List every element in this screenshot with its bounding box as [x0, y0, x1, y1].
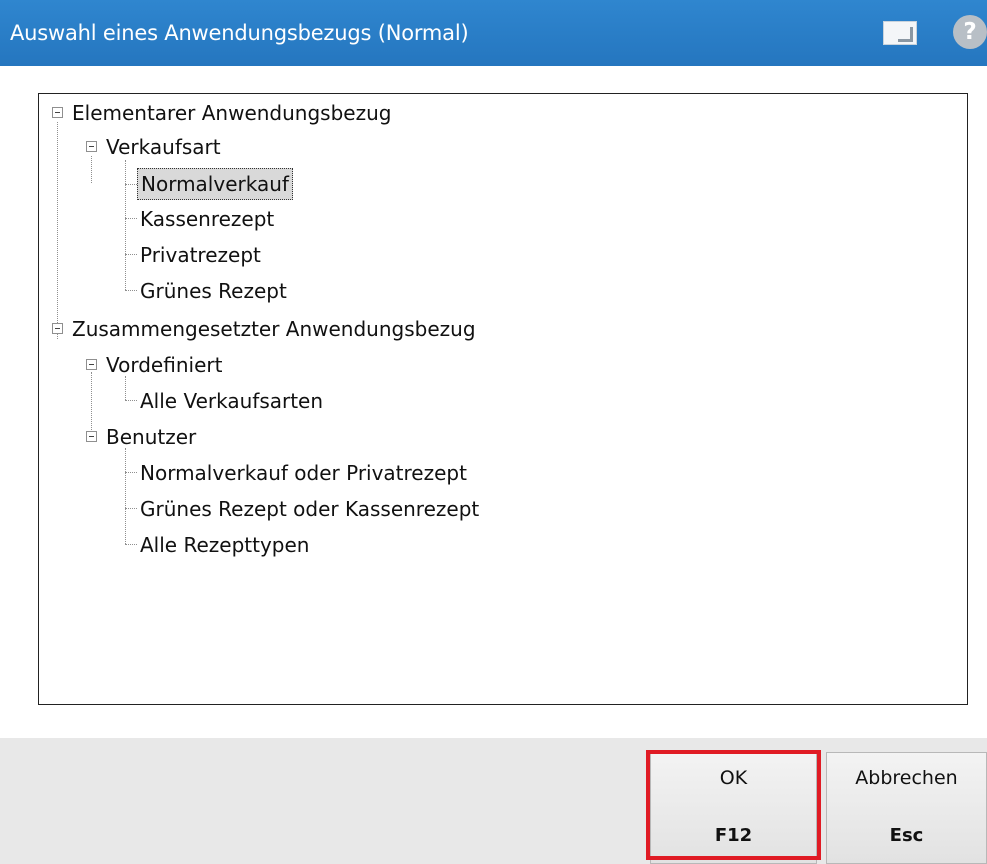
tree-node-gruenes-rezept-oder-kassenrezept[interactable]: Grünes Rezept oder Kassenrezept — [137, 492, 482, 526]
tree-connector-line — [125, 160, 126, 290]
cancel-button[interactable]: Abbrechen Esc — [826, 752, 987, 864]
tree-node-label: Normalverkauf oder Privatrezept — [140, 461, 467, 485]
title-bar: Auswahl eines Anwendungsbezugs (Normal) … — [0, 0, 987, 66]
tree-node-benutzer[interactable]: Benutzer — [103, 420, 199, 454]
tree-view[interactable]: Elementarer Anwendungsbezug Verkaufsart … — [38, 93, 968, 705]
tree-connector-line — [125, 290, 137, 291]
collapse-icon[interactable] — [52, 323, 63, 334]
tree-connector-line — [125, 472, 137, 473]
tree-connector-line — [125, 254, 137, 255]
tree-node-label: Alle Rezepttypen — [140, 533, 310, 557]
tree-node-label: Benutzer — [106, 425, 197, 449]
cancel-button-label: Abbrechen — [855, 767, 958, 789]
window-title: Auswahl eines Anwendungsbezugs (Normal) — [10, 21, 469, 45]
tree-node-alle-verkaufsarten[interactable]: Alle Verkaufsarten — [137, 384, 326, 418]
tree-node-normalverkauf-oder-privatrezept[interactable]: Normalverkauf oder Privatrezept — [137, 456, 470, 490]
tree-node-alle-rezepttypen[interactable]: Alle Rezepttypen — [137, 528, 312, 562]
tree-node-label: Grünes Rezept — [140, 279, 287, 303]
collapse-icon[interactable] — [86, 141, 97, 152]
tree-connector-line — [125, 448, 126, 544]
collapse-icon[interactable] — [86, 431, 97, 442]
tree-node-label: Normalverkauf — [137, 168, 293, 200]
cancel-button-shortcut: Esc — [889, 825, 924, 846]
ok-button-shortcut: F12 — [714, 825, 753, 846]
ok-button-label: OK — [719, 767, 748, 789]
tree-connector-line — [125, 508, 137, 509]
tree-node-label: Vordefiniert — [106, 353, 223, 377]
tree-node-label: Zusammengesetzter Anwendungsbezug — [72, 317, 476, 341]
tree-node-label: Grünes Rezept oder Kassenrezept — [140, 497, 480, 521]
ok-button[interactable]: OK F12 — [650, 752, 817, 864]
tree-node-zusammengesetzter-anwendungsbezug[interactable]: Zusammengesetzter Anwendungsbezug — [69, 312, 479, 346]
window-restore-icon[interactable] — [883, 21, 917, 45]
tree-connector-line — [125, 544, 137, 545]
tree-node-label: Verkaufsart — [106, 135, 221, 159]
collapse-icon[interactable] — [52, 107, 63, 118]
tree-connector-line — [125, 400, 137, 401]
tree-connector-line — [91, 372, 92, 440]
help-icon[interactable]: ? — [953, 15, 987, 49]
collapse-icon[interactable] — [86, 359, 97, 370]
tree-node-elementarer-anwendungsbezug[interactable]: Elementarer Anwendungsbezug — [69, 96, 394, 130]
tree-connector-line — [57, 122, 58, 339]
tree-node-kassenrezept[interactable]: Kassenrezept — [137, 202, 277, 236]
tree-node-gruenes-rezept[interactable]: Grünes Rezept — [137, 274, 290, 308]
tree-node-label: Elementarer Anwendungsbezug — [72, 101, 392, 125]
tree-node-label: Kassenrezept — [140, 207, 275, 231]
tree-node-vordefiniert[interactable]: Vordefiniert — [103, 348, 225, 382]
tree-node-label: Alle Verkaufsarten — [140, 389, 324, 413]
tree-connector-line — [125, 184, 137, 185]
tree-node-normalverkauf[interactable]: Normalverkauf — [137, 167, 293, 201]
tree-node-verkaufsart[interactable]: Verkaufsart — [103, 130, 224, 164]
tree-connector-line — [91, 156, 92, 183]
tree-node-privatrezept[interactable]: Privatrezept — [137, 238, 264, 272]
tree-node-label: Privatrezept — [140, 243, 261, 267]
tree-connector-line — [125, 218, 137, 219]
